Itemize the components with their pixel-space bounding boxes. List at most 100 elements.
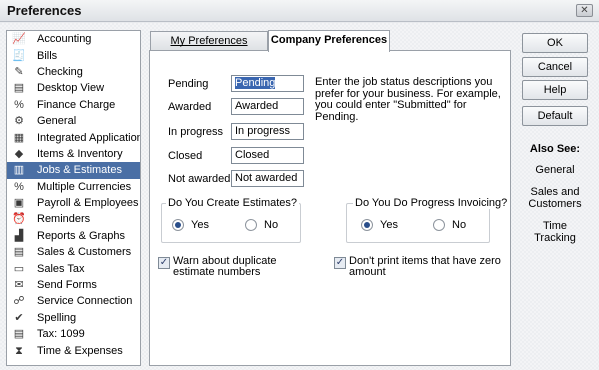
not-awarded-label: Not awarded	[168, 173, 231, 185]
default-button-label: Default	[537, 110, 573, 122]
awarded-label: Awarded	[168, 101, 212, 113]
sidebar-item[interactable]: % Multiple Currencies	[7, 179, 140, 195]
estimates-group-title: Do You Create Estimates?	[166, 197, 300, 209]
in-progress-value: In progress	[235, 125, 291, 137]
sidebar-item[interactable]: ▦ Integrated Applications	[7, 129, 140, 145]
tab-my-preferences[interactable]: My Preferences	[150, 31, 268, 51]
sidebar-item-label: Desktop View	[37, 82, 105, 95]
sidebar-item[interactable]: ▥ Jobs & Estimates	[7, 162, 140, 179]
in-progress-input[interactable]: In progress	[231, 123, 304, 140]
progress-invoicing-yes-option[interactable]: Yes	[361, 219, 398, 231]
checking-icon: ✎	[14, 65, 24, 78]
sidebar-item-label: Finance Charge	[37, 98, 116, 111]
not-awarded-input[interactable]: Not awarded	[231, 170, 304, 187]
sidebar-item-label: Multiple Currencies	[37, 180, 132, 193]
spelling-icon: ✔	[14, 311, 24, 324]
progress-invoicing-no-label: No	[452, 219, 467, 231]
sidebar-item[interactable]: ✉ Send Forms	[7, 277, 140, 293]
progress-invoicing-yes-radio[interactable]	[361, 219, 373, 231]
progress-invoicing-group-title: Do You Do Progress Invoicing?	[353, 197, 510, 209]
dont-print-zero-label: Don't print items that have zero amount	[349, 255, 501, 278]
tab-my-preferences-label: My Preferences	[170, 35, 248, 47]
progress-invoicing-group: Do You Do Progress Invoicing? Yes No	[346, 197, 510, 243]
sidebar-item-label: Reports & Graphs	[37, 229, 126, 242]
sidebar-item[interactable]: ▤ Tax: 1099	[7, 326, 140, 342]
sidebar-item[interactable]: ✎ Checking	[7, 64, 140, 80]
close-icon[interactable]: ✕	[580, 5, 588, 16]
sidebar-item[interactable]: ▤ Sales & Customers	[7, 244, 140, 260]
sidebar-item[interactable]: ▟ Reports & Graphs	[7, 228, 140, 244]
sidebar-item-label: Checking	[37, 65, 83, 78]
payroll-employees-icon: ▣	[13, 197, 25, 210]
progress-invoicing-no-option[interactable]: No	[433, 219, 466, 231]
multiple-currencies-icon: %	[14, 180, 24, 193]
closed-value: Closed	[235, 149, 270, 161]
estimates-yes-option[interactable]: Yes	[172, 219, 209, 231]
sidebar-item[interactable]: 📈 Accounting	[7, 31, 140, 47]
sidebar-item[interactable]: ▭ Sales Tax	[7, 260, 140, 276]
title-bar: Preferences ✕	[0, 0, 599, 22]
warn-duplicate-estimate-checkbox[interactable]: ✓ Warn about duplicate estimate numbers	[158, 256, 318, 278]
sidebar-item[interactable]: ▤ Desktop View	[7, 80, 140, 96]
also-see-general-link[interactable]: General	[522, 164, 588, 177]
default-button[interactable]: Default	[522, 106, 588, 126]
also-see-sales-customers-link[interactable]: Sales and Customers	[522, 186, 588, 210]
pending-value: Pending	[235, 77, 276, 89]
sidebar-item[interactable]: 🧾 Bills	[7, 47, 140, 63]
tab-company-preferences[interactable]: Company Preferences	[268, 30, 390, 52]
sidebar-item[interactable]: ⚙ General	[7, 113, 140, 129]
sidebar-item[interactable]: ☍ Service Connection	[7, 293, 140, 309]
general-icon: ⚙	[14, 115, 24, 128]
estimates-yes-label: Yes	[191, 219, 209, 231]
closed-input[interactable]: Closed	[231, 147, 304, 164]
sidebar-item-label: Accounting	[37, 33, 92, 46]
close-button[interactable]: ✕	[576, 4, 593, 17]
sidebar-item[interactable]: ✔ Spelling	[7, 310, 140, 326]
also-see-title: Also See:	[529, 143, 581, 155]
dont-print-zero-checkbox[interactable]: ✓ Don't print items that have zero amoun…	[334, 256, 504, 278]
estimates-group: Do You Create Estimates? Yes No	[161, 197, 301, 243]
sidebar-item[interactable]: ▣ Payroll & Employees	[7, 195, 140, 211]
sales-customers-icon: ▤	[13, 246, 25, 259]
reminders-icon: ⏰	[12, 213, 26, 226]
preference-category-list[interactable]: 📈 Accounting 🧾 Bills ✎ Checking ▤ Desktop View%…	[6, 30, 141, 366]
sidebar-item-label: Bills	[37, 49, 58, 62]
items-inventory-icon: ◆	[14, 147, 24, 160]
cancel-button[interactable]: Cancel	[522, 57, 588, 77]
not-awarded-value: Not awarded	[235, 172, 298, 184]
estimates-yes-radio[interactable]	[172, 219, 184, 231]
sidebar-item[interactable]: ⏰ Reminders	[7, 211, 140, 227]
sidebar-item-label: Send Forms	[37, 279, 97, 292]
ok-button[interactable]: OK	[522, 33, 588, 53]
ok-button-label: OK	[547, 37, 563, 49]
estimates-no-radio[interactable]	[245, 219, 257, 231]
pending-input[interactable]: Pending	[231, 75, 304, 92]
sidebar-item-label: Reminders	[37, 213, 91, 226]
warn-duplicate-check-icon[interactable]: ✓	[158, 257, 170, 269]
warn-duplicate-label: Warn about duplicate estimate numbers	[173, 255, 277, 278]
sidebar-item-label: Time & Expenses	[37, 344, 123, 357]
progress-invoicing-no-radio[interactable]	[433, 219, 445, 231]
help-button[interactable]: Help	[522, 80, 588, 100]
dont-print-zero-check-icon[interactable]: ✓	[334, 257, 346, 269]
company-preferences-panel: Pending Pending Awarded Awarded In progr…	[149, 50, 511, 366]
in-progress-label: In progress	[168, 126, 224, 138]
estimates-no-option[interactable]: No	[245, 219, 278, 231]
tab-company-preferences-label: Company Preferences	[270, 34, 388, 46]
closed-label: Closed	[168, 150, 203, 162]
sidebar-item[interactable]: ⧗ Time & Expenses	[7, 342, 140, 358]
sidebar-item-label: Sales Tax	[37, 262, 85, 275]
sidebar-item-label: Spelling	[37, 311, 77, 324]
awarded-input[interactable]: Awarded	[231, 98, 304, 115]
time-expenses-icon: ⧗	[15, 344, 23, 357]
also-see-time-tracking-link[interactable]: Time Tracking	[522, 220, 588, 244]
progress-invoicing-yes-label: Yes	[380, 219, 398, 231]
job-status-help-text: Enter the job status descriptions you pr…	[315, 76, 501, 123]
finance-charge-icon: %	[14, 98, 24, 111]
sidebar-item-label: Payroll & Employees	[37, 197, 139, 210]
sidebar-item[interactable]: % Finance Charge	[7, 97, 140, 113]
sidebar-item[interactable]: ◆ Items & Inventory	[7, 146, 140, 162]
sidebar-item-label: Service Connection	[37, 295, 133, 308]
reports-graphs-icon: ▟	[14, 229, 24, 242]
estimates-no-label: No	[264, 219, 279, 231]
